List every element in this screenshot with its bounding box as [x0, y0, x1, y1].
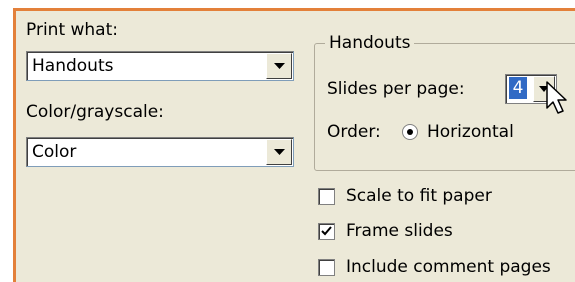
print-what-label: Print what: — [26, 20, 118, 40]
print-what-select[interactable]: Handouts — [26, 51, 294, 81]
scale-to-fit-checkbox[interactable] — [318, 188, 335, 205]
slides-per-page-value: 4 — [509, 77, 527, 99]
include-comment-pages-checkbox[interactable] — [318, 259, 335, 276]
print-what-dropdown-button[interactable] — [266, 53, 292, 79]
order-horizontal-label[interactable]: Horizontal — [427, 121, 514, 143]
frame-slides-checkbox[interactable] — [318, 223, 335, 240]
print-dialog-panel: Print what: Handouts Color/grayscale: Co… — [13, 8, 575, 282]
mouse-pointer-icon — [546, 81, 567, 114]
include-comment-pages-label[interactable]: Include comment pages — [346, 256, 551, 278]
slides-per-page-label: Slides per page: — [327, 79, 465, 99]
scale-to-fit-label[interactable]: Scale to fit paper — [346, 185, 492, 207]
handouts-group-title: Handouts — [325, 32, 415, 54]
radio-selected-dot — [407, 129, 413, 135]
color-grayscale-dropdown-button[interactable] — [266, 139, 292, 165]
chevron-down-icon — [274, 149, 285, 155]
order-horizontal-radio[interactable] — [402, 124, 418, 140]
frame-slides-label[interactable]: Frame slides — [346, 220, 453, 242]
checkmark-icon — [321, 226, 332, 236]
chevron-down-icon — [274, 63, 285, 69]
handouts-group: Handouts Slides per page: 4 Order: Horiz… — [314, 32, 575, 171]
print-what-value: Handouts — [32, 56, 114, 76]
color-grayscale-label: Color/grayscale: — [26, 102, 164, 122]
color-grayscale-select[interactable]: Color — [26, 137, 294, 167]
color-grayscale-value: Color — [32, 142, 77, 162]
order-label: Order: — [327, 122, 381, 142]
